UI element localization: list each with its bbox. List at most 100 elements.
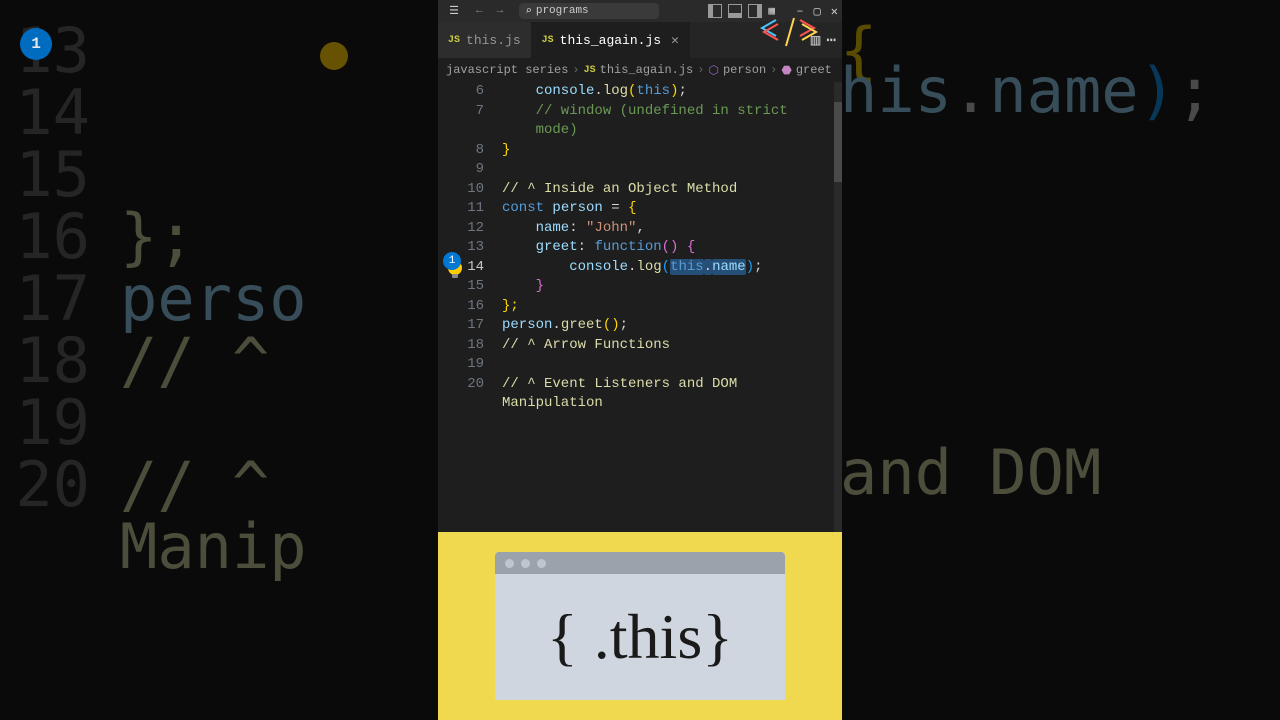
- code-token: // window (undefined in strict: [502, 103, 796, 119]
- code-token: Manipulation: [502, 395, 603, 411]
- line-gutter: 67891011121314151617181920: [438, 82, 498, 414]
- code-token: // ^ Inside an Object Method: [502, 181, 737, 197]
- window-controls: – ▢ ✕: [796, 4, 838, 19]
- code-line[interactable]: greet: function() {: [502, 238, 832, 258]
- breadcrumb[interactable]: javascript series › JS this_again.js › ⬡…: [438, 58, 842, 82]
- line-number: 11: [438, 199, 484, 219]
- nav-back-icon[interactable]: ←: [472, 5, 487, 17]
- code-token: const: [502, 200, 552, 216]
- code-line[interactable]: // ^ Arrow Functions: [502, 336, 832, 356]
- symbol-method-icon: ⬣: [781, 63, 791, 78]
- customize-layout-icon[interactable]: ▦: [768, 4, 782, 18]
- code-line[interactable]: // ^ Inside an Object Method: [502, 180, 832, 200]
- code-token: console: [502, 259, 628, 275]
- close-icon[interactable]: ✕: [831, 4, 838, 19]
- nav-forward-icon[interactable]: →: [493, 5, 508, 17]
- line-number: 17: [438, 316, 484, 336]
- code-line[interactable]: const person = {: [502, 199, 832, 219]
- lightbulb-icon: [320, 42, 348, 70]
- code-token: this: [670, 259, 704, 275]
- menu-icon[interactable]: ☰: [442, 4, 466, 18]
- code-token: // ^ Arrow Functions: [502, 337, 670, 353]
- browser-chrome: [495, 552, 785, 574]
- code-token: :: [569, 220, 586, 236]
- line-number: [438, 394, 484, 414]
- code-content[interactable]: console.log(this); // window (undefined …: [502, 82, 832, 414]
- code-token: (: [662, 259, 670, 275]
- line-number: 9: [438, 160, 484, 180]
- symbol-variable-icon: ⬡: [708, 63, 718, 78]
- maximize-icon[interactable]: ▢: [814, 4, 821, 19]
- line-number: 18: [438, 336, 484, 356]
- line-number: 16: [438, 297, 484, 317]
- code-token: };: [502, 298, 519, 314]
- code-token: person: [552, 200, 602, 216]
- toggle-panel-icon[interactable]: [728, 4, 742, 18]
- code-token: ;: [678, 83, 686, 99]
- more-icon[interactable]: ⋯: [826, 30, 836, 50]
- line-number: 15: [438, 277, 484, 297]
- code-line[interactable]: };: [502, 297, 832, 317]
- code-token: console: [502, 83, 594, 99]
- code-line[interactable]: Manipulation: [502, 394, 832, 414]
- code-token: ;: [754, 259, 762, 275]
- search-icon: ⌕: [525, 4, 532, 18]
- line-number: 6: [438, 82, 484, 102]
- tab-actions[interactable]: ▥ ⋯: [805, 22, 842, 58]
- tab-this-js[interactable]: JS this.js: [438, 22, 532, 58]
- background-left: 13 14 15 16}; 17perso 18// ^ 19 20// ^ M…: [0, 0, 438, 720]
- breadcrumb-folder[interactable]: javascript series: [446, 63, 568, 77]
- code-token: (): [603, 317, 620, 333]
- minimize-icon[interactable]: –: [796, 4, 803, 19]
- tab-this-again-js[interactable]: JS this_again.js ✕: [532, 22, 690, 58]
- code-line[interactable]: mode): [502, 121, 832, 141]
- line-number: 20: [438, 375, 484, 395]
- step-badge: 1: [20, 28, 52, 60]
- code-token: log: [603, 83, 628, 99]
- code-line[interactable]: // window (undefined in strict: [502, 102, 832, 122]
- code-token: }: [502, 142, 510, 158]
- tab-close-icon[interactable]: ✕: [671, 33, 679, 48]
- browser-mockup: { .this}: [495, 552, 785, 700]
- line-number: 12: [438, 219, 484, 239]
- code-line[interactable]: [502, 160, 832, 180]
- code-token: (): [662, 239, 679, 255]
- code-line[interactable]: console.log(this);: [502, 82, 832, 102]
- js-file-icon: JS: [542, 35, 554, 46]
- code-token: {: [678, 239, 695, 255]
- split-editor-icon[interactable]: ▥: [811, 30, 821, 50]
- js-file-icon: JS: [584, 65, 596, 76]
- breadcrumb-file[interactable]: this_again.js: [600, 63, 694, 77]
- traffic-light-icon: [505, 559, 514, 568]
- command-search-input[interactable]: ⌕ programs: [519, 3, 659, 19]
- toggle-sidebar-icon[interactable]: [708, 4, 722, 18]
- code-line[interactable]: }: [502, 277, 832, 297]
- background-right: { his.name); and DOM: [840, 0, 1280, 720]
- line-number: 19: [438, 355, 484, 375]
- breadcrumb-symbol[interactable]: person: [723, 63, 766, 77]
- code-token: .: [704, 259, 712, 275]
- line-number: 7: [438, 102, 484, 122]
- code-token: ;: [620, 317, 628, 333]
- breadcrumb-symbol[interactable]: greet: [796, 63, 832, 77]
- traffic-light-icon: [521, 559, 530, 568]
- toggle-secondary-icon[interactable]: [748, 4, 762, 18]
- code-line[interactable]: [502, 355, 832, 375]
- code-token: person: [502, 317, 552, 333]
- scrollbar-thumb[interactable]: [834, 102, 842, 182]
- code-token: ,: [636, 220, 644, 236]
- code-token: ): [746, 259, 754, 275]
- tab-label: this_again.js: [560, 33, 661, 48]
- code-line[interactable]: person.greet();: [502, 316, 832, 336]
- layout-controls: ▦: [708, 4, 782, 18]
- code-line[interactable]: console.log(this.name);: [502, 258, 832, 278]
- traffic-light-icon: [537, 559, 546, 568]
- code-token: }: [502, 278, 544, 294]
- chevron-right-icon: ›: [697, 63, 704, 77]
- code-line[interactable]: // ^ Event Listeners and DOM: [502, 375, 832, 395]
- code-line[interactable]: }: [502, 141, 832, 161]
- source-control-badge: 1: [443, 252, 461, 270]
- code-line[interactable]: name: "John",: [502, 219, 832, 239]
- tab-label: this.js: [466, 33, 521, 48]
- code-token: .: [552, 317, 560, 333]
